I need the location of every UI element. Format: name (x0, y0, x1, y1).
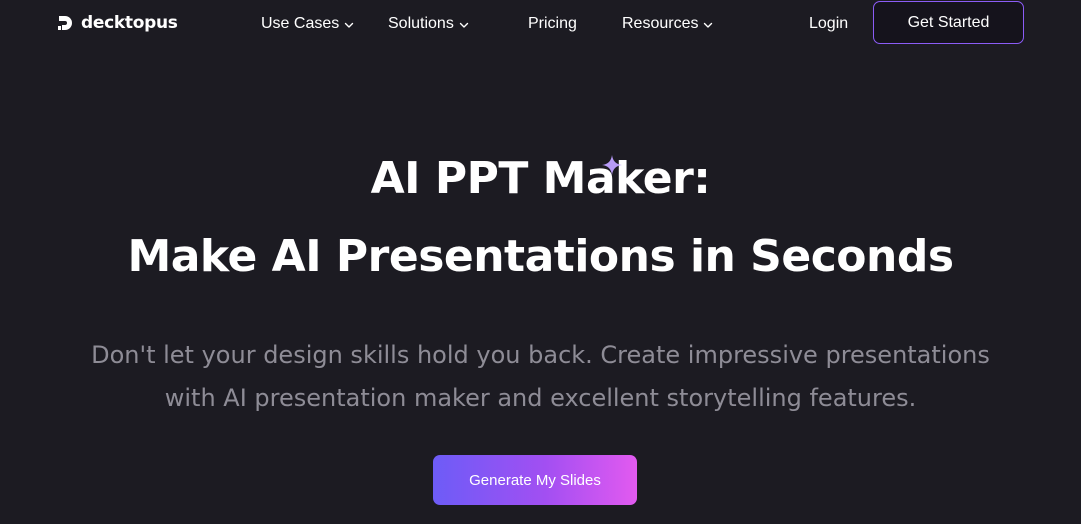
generate-my-slides-button[interactable]: Generate My Slides (433, 455, 637, 505)
hero-title-line-2: Make AI Presentations in Seconds (127, 231, 954, 282)
nav-item-label: Solutions (388, 15, 454, 32)
logo-text: decktopus (81, 13, 178, 33)
sparkle-icon (602, 155, 622, 175)
login-link[interactable]: Login (809, 13, 848, 35)
nav-item-use-cases[interactable]: Use Cases (261, 13, 354, 35)
nav-item-label: Pricing (528, 15, 577, 32)
chevron-down-icon (459, 22, 469, 28)
hero-subtitle: Don't let your design skills hold you ba… (20, 334, 1061, 420)
chevron-down-icon (704, 22, 713, 28)
chevron-down-icon (345, 22, 354, 28)
nav-item-solutions[interactable]: Solutions (388, 13, 469, 35)
hero-subtitle-line-2: with AI presentation maker and excellent… (164, 384, 917, 412)
get-started-button[interactable]: Get Started (873, 1, 1024, 44)
nav-item-resources[interactable]: Resources (622, 13, 713, 35)
decktopus-logo[interactable]: decktopus (57, 12, 178, 34)
decktopus-logo-icon (58, 16, 72, 30)
nav-item-label: Use Cases (261, 15, 340, 32)
top-navigation: decktopus Use Cases Solutions Pricing Re… (0, 0, 1081, 48)
nav-item-label: Resources (622, 15, 699, 32)
hero-subtitle-line-1: Don't let your design skills hold you ba… (91, 341, 990, 369)
landing-page: decktopus Use Cases Solutions Pricing Re… (0, 0, 1081, 524)
hero-title-line-1: AI PPT Maker: (370, 153, 711, 204)
nav-item-pricing[interactable]: Pricing (528, 13, 577, 35)
